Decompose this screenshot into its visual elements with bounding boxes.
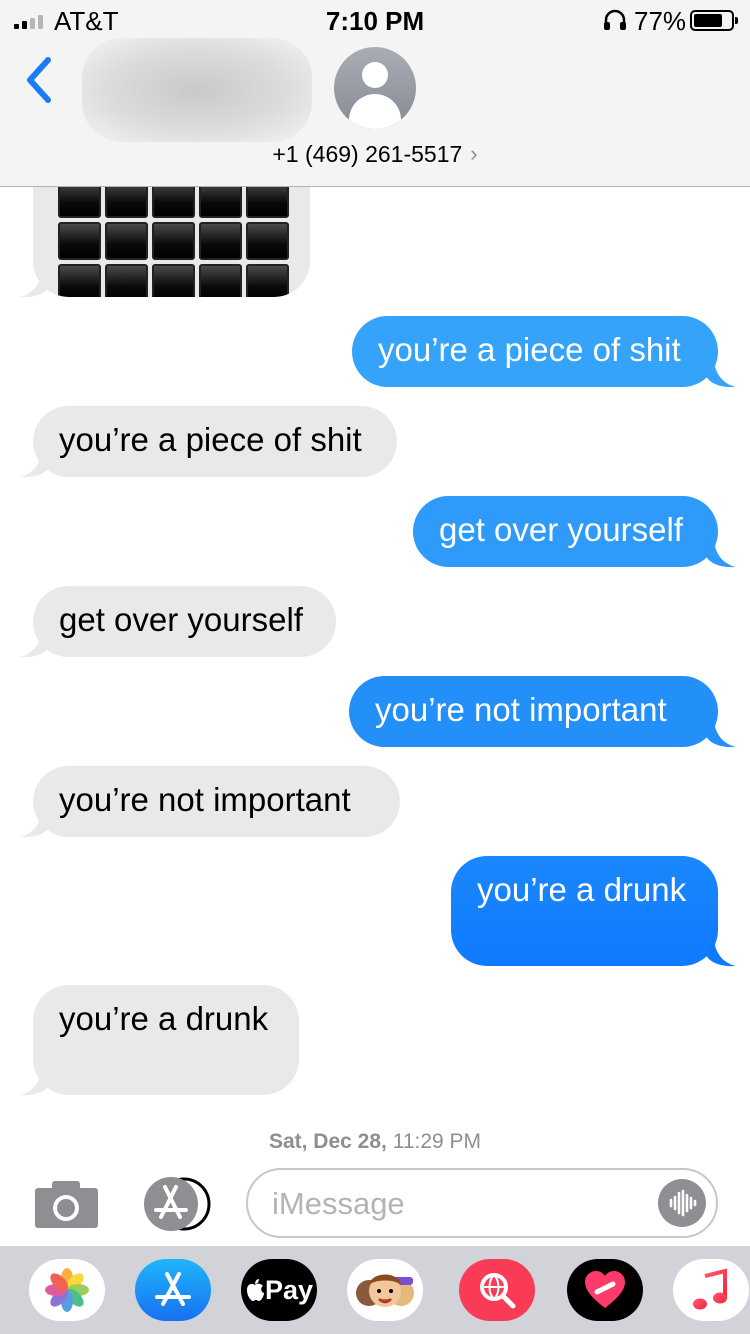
apple-pay-icon[interactable]: Pay xyxy=(241,1259,317,1321)
bubble-tail xyxy=(20,808,50,838)
audio-message-button[interactable] xyxy=(658,1179,706,1227)
incoming-message[interactable]: you’re not important xyxy=(33,766,400,837)
contact-avatar[interactable] xyxy=(334,47,416,129)
memoji-icon[interactable] xyxy=(347,1259,423,1321)
bubble-tail xyxy=(20,1066,50,1096)
bubble-tail xyxy=(706,937,736,967)
web-search-icon[interactable] xyxy=(459,1259,535,1321)
apple-pay-label: Pay xyxy=(264,1274,314,1305)
bubble-tail xyxy=(706,358,736,388)
message-text: you’re not important xyxy=(59,781,351,818)
bubble-tail xyxy=(20,628,50,658)
chevron-right-icon: › xyxy=(470,141,478,166)
contact-phone-number: +1 (469) 261-5517 xyxy=(272,141,463,167)
imessage-app-drawer: Pay xyxy=(0,1246,750,1334)
app-store-drawer-icon[interactable] xyxy=(140,1177,212,1231)
incoming-message[interactable]: you’re a piece of shit xyxy=(33,406,397,477)
contact-name-button[interactable]: +1 (469) 261-5517 › xyxy=(0,141,750,167)
message-text: you’re not important xyxy=(375,691,667,728)
bubble-tail xyxy=(706,718,736,748)
compose-bar xyxy=(0,1160,750,1246)
imessage-text-field[interactable] xyxy=(246,1168,718,1238)
music-icon[interactable] xyxy=(673,1259,749,1321)
black-square-emoji-grid xyxy=(58,180,289,297)
camera-icon[interactable] xyxy=(35,1180,98,1228)
message-input[interactable] xyxy=(272,1184,652,1224)
person-icon xyxy=(362,62,388,88)
message-text: you’re a piece of shit xyxy=(378,331,681,368)
photos-icon[interactable] xyxy=(29,1259,105,1321)
message-text: you’re a piece of shit xyxy=(59,421,362,458)
outgoing-message[interactable]: you’re a drunk xyxy=(451,856,718,966)
broken-heart-icon[interactable] xyxy=(567,1259,643,1321)
message-text: get over yourself xyxy=(59,601,303,638)
outgoing-message[interactable]: you’re a piece of shit xyxy=(352,316,718,387)
bubble-tail xyxy=(706,538,736,568)
battery-percentage: 77% xyxy=(634,6,687,36)
message-text: you’re a drunk xyxy=(477,871,687,908)
chevron-left-icon[interactable] xyxy=(20,52,60,108)
conversation-timestamp: Sat, Dec 28, 11:29 PM xyxy=(268,1130,482,1153)
outgoing-message[interactable]: you’re not important xyxy=(349,676,718,747)
status-bar: AT&T 7:10 PM 77% xyxy=(0,0,750,40)
bubble-tail xyxy=(20,268,50,298)
app-store-icon[interactable] xyxy=(135,1259,211,1321)
apple-logo-icon xyxy=(246,1279,264,1301)
bubble-tail xyxy=(20,448,50,478)
headphones-icon xyxy=(604,9,626,30)
outgoing-message[interactable]: get over yourself xyxy=(413,496,718,567)
waveform-icon xyxy=(669,1189,697,1217)
redacted-area xyxy=(82,38,312,142)
battery-icon xyxy=(690,10,738,31)
message-text: you’re a drunk xyxy=(59,1000,269,1037)
incoming-message[interactable]: get over yourself xyxy=(33,586,336,657)
message-text: get over yourself xyxy=(439,511,683,548)
incoming-message[interactable]: you’re a drunk xyxy=(33,985,299,1095)
